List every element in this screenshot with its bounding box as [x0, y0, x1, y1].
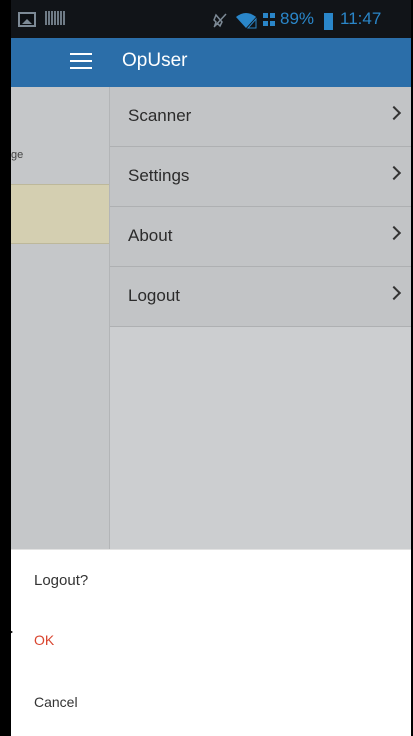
app-bar: OpUser [11, 38, 411, 87]
underlay-partial-text: ge [11, 149, 24, 161]
underlay-highlighted-row [11, 184, 109, 244]
navigation-drawer: Scanner Settings About Logout [110, 87, 411, 549]
underlying-content: ge [11, 87, 110, 549]
network-icon [263, 13, 275, 26]
hamburger-menu-icon[interactable] [70, 52, 92, 70]
drawer-item-scanner[interactable]: Scanner [110, 87, 411, 147]
drawer-item-label: About [128, 226, 173, 245]
pointer-arrow-icon [0, 624, 13, 640]
barcode-icon [45, 11, 65, 25]
status-bar: 89% 11:47 [11, 0, 411, 38]
wifi-icon [236, 13, 257, 29]
battery-icon [324, 11, 333, 30]
mute-icon [213, 13, 227, 28]
chevron-right-icon [386, 105, 402, 121]
logout-dialog: Logout? OK Cancel [11, 549, 411, 736]
dialog-title: Logout? [34, 572, 89, 589]
status-time: 11:47 [340, 9, 382, 28]
cancel-button[interactable]: Cancel [30, 690, 82, 714]
battery-percentage: 89% [280, 9, 315, 28]
drawer-item-about[interactable]: About [110, 207, 411, 267]
drawer-item-label: Logout [128, 286, 180, 305]
drawer-item-label: Scanner [128, 106, 192, 125]
drawer-item-settings[interactable]: Settings [110, 147, 411, 207]
chevron-right-icon [386, 165, 402, 181]
drawer-item-logout[interactable]: Logout [110, 267, 411, 327]
image-icon [18, 12, 36, 27]
ok-button[interactable]: OK [30, 628, 58, 652]
screen: 89% 11:47 OpUser ge Scanner Settings Abo… [11, 0, 411, 736]
chevron-right-icon [386, 225, 402, 241]
device-frame: 89% 11:47 OpUser ge Scanner Settings Abo… [0, 0, 413, 736]
app-title: OpUser [122, 50, 188, 71]
chevron-right-icon [386, 285, 402, 301]
drawer-item-label: Settings [128, 166, 190, 185]
